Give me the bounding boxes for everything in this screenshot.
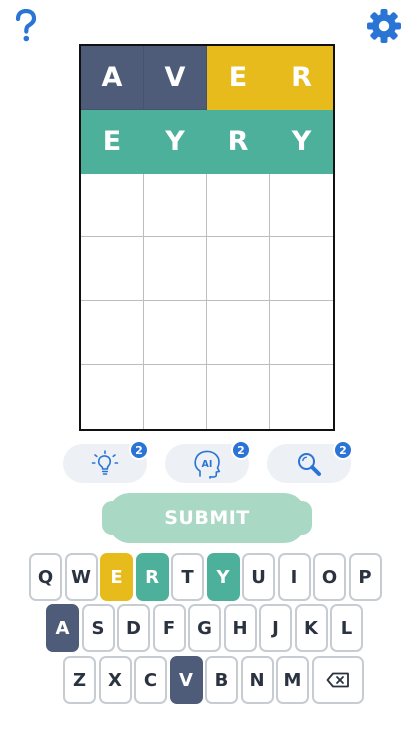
board-cell: R <box>270 46 333 110</box>
key-l[interactable]: L <box>330 604 363 652</box>
board-cell <box>144 237 207 302</box>
key-j[interactable]: J <box>259 604 292 652</box>
board-cell: Y <box>144 109 207 174</box>
board-cell: V <box>144 46 207 110</box>
board-cell <box>207 365 270 429</box>
backspace-icon <box>326 672 349 688</box>
keyboard-row-1: QWERTYUIOP <box>29 553 384 601</box>
game-board: AVEREYRY <box>79 44 335 431</box>
board-cell <box>270 237 333 302</box>
key-m[interactable]: M <box>276 656 309 704</box>
board-cell <box>207 237 270 302</box>
lightbulb-icon <box>91 449 119 475</box>
board-cell <box>144 301 207 366</box>
search-powerup-button[interactable]: 2 <box>267 440 353 483</box>
key-p[interactable]: P <box>348 553 382 601</box>
board-cell <box>144 365 207 429</box>
key-z[interactable]: Z <box>63 656 96 704</box>
key-b[interactable]: B <box>205 656 238 704</box>
key-a[interactable]: A <box>46 604 79 652</box>
question-mark-icon <box>15 9 37 42</box>
key-c[interactable]: C <box>134 656 167 704</box>
key-o[interactable]: O <box>313 553 346 601</box>
board-cell <box>144 173 207 238</box>
board-cell: A <box>81 46 144 110</box>
board-cell <box>270 174 333 238</box>
submit-button[interactable]: SUBMIT <box>102 493 312 543</box>
key-n[interactable]: N <box>240 656 274 704</box>
hint-powerup-button[interactable]: 2 <box>63 440 149 483</box>
key-v[interactable]: V <box>169 656 203 704</box>
ai-head-icon: AI <box>194 450 221 479</box>
settings-button[interactable] <box>366 8 402 44</box>
key-r[interactable]: R <box>135 553 169 601</box>
key-t[interactable]: T <box>171 553 204 601</box>
key-i[interactable]: I <box>277 553 311 601</box>
backspace-key[interactable] <box>311 656 364 704</box>
board-cell <box>81 365 144 429</box>
board-cell <box>81 301 144 366</box>
board-cell <box>270 365 333 429</box>
key-s[interactable]: S <box>81 604 115 652</box>
magnifier-icon <box>298 452 321 476</box>
key-d[interactable]: D <box>117 604 150 652</box>
ai-powerup-button[interactable]: AI 2 <box>165 440 251 483</box>
key-u[interactable]: U <box>242 553 275 601</box>
ai-count-badge: 2 <box>231 440 251 460</box>
key-q[interactable]: Q <box>29 553 62 601</box>
key-w[interactable]: W <box>64 553 98 601</box>
board-cell: E <box>207 46 270 110</box>
board-cell <box>81 237 144 302</box>
key-k[interactable]: K <box>294 604 328 652</box>
board-cell: Y <box>270 109 333 174</box>
ai-label: AI <box>202 459 213 470</box>
key-h[interactable]: H <box>223 604 257 652</box>
keyboard-row-2: ASDFGHJKL <box>46 604 366 652</box>
gear-icon <box>367 9 401 43</box>
key-g[interactable]: G <box>188 604 221 652</box>
board-cell <box>207 301 270 366</box>
hint-count-badge: 2 <box>129 440 149 460</box>
search-count-badge: 2 <box>333 440 353 460</box>
key-x[interactable]: X <box>98 656 132 704</box>
board-cell <box>270 301 333 366</box>
board-cell: E <box>81 109 144 174</box>
submit-label: SUBMIT <box>164 507 250 529</box>
key-e[interactable]: E <box>100 553 133 601</box>
key-y[interactable]: Y <box>206 553 240 601</box>
key-f[interactable]: F <box>152 604 186 652</box>
board-cell: R <box>207 109 270 174</box>
help-button[interactable] <box>8 8 44 44</box>
keyboard-row-3: ZXCVBNM <box>63 656 366 704</box>
board-cell <box>207 173 270 238</box>
board-cell <box>81 173 144 238</box>
